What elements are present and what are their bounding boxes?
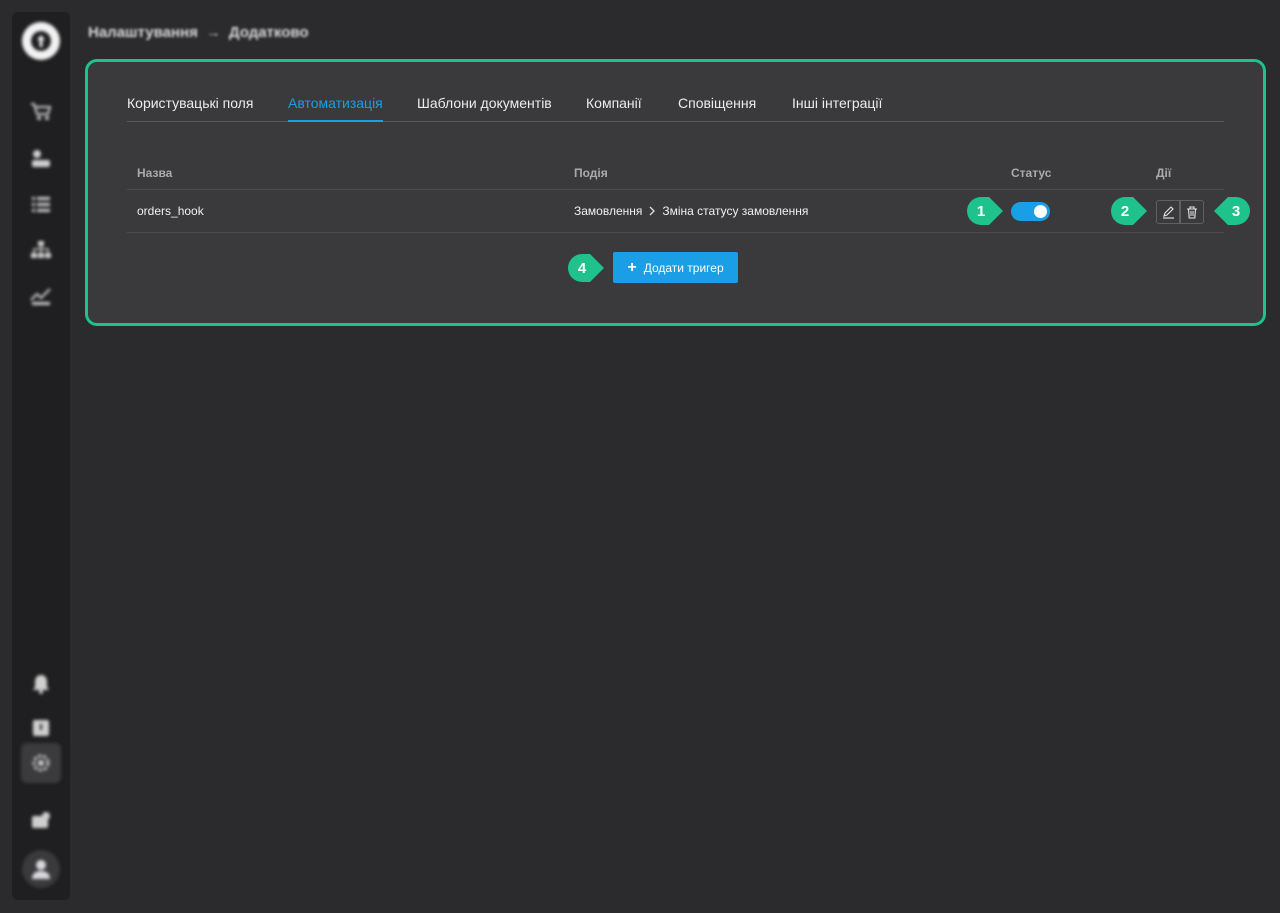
logo-icon[interactable] <box>22 22 60 60</box>
pencil-icon <box>1162 205 1174 219</box>
callout-marker-1: 1 <box>967 197 1003 225</box>
bell-icon[interactable] <box>29 672 53 696</box>
add-trigger-label: Додати тригер <box>643 260 724 275</box>
cart-icon[interactable] <box>29 100 53 124</box>
avatar[interactable] <box>22 850 60 888</box>
toggle-knob <box>1034 205 1047 218</box>
settings-icon[interactable] <box>29 751 53 775</box>
status-toggle[interactable] <box>1011 202 1050 221</box>
breadcrumb-item-settings[interactable]: Налаштування <box>88 24 198 41</box>
help-icon[interactable] <box>29 716 53 740</box>
delete-button[interactable] <box>1180 200 1204 224</box>
column-header-event: Подія <box>574 166 608 180</box>
tab-bar: Користувацькі поля Автоматизація Шаблони… <box>127 88 1224 122</box>
edit-button[interactable] <box>1156 200 1180 224</box>
tasks-list-icon[interactable] <box>29 192 53 216</box>
breadcrumb: Налаштування → Додатково <box>88 22 309 42</box>
tab-document-templates[interactable]: Шаблони документів <box>417 95 552 120</box>
sidebar <box>12 12 70 900</box>
tab-custom-fields[interactable]: Користувацькі поля <box>127 95 253 120</box>
trigger-name: orders_hook <box>137 204 204 218</box>
analytics-icon[interactable] <box>29 284 53 308</box>
triggers-table: Назва Подія Статус Дії orders_hook Замов… <box>127 154 1224 233</box>
callout-marker-4: 4 <box>568 254 604 282</box>
event-action: Зміна статусу замовлення <box>662 204 809 218</box>
table-row: orders_hook Замовлення Зміна статусу зам… <box>127 190 1224 233</box>
integrations-icon[interactable] <box>29 808 53 832</box>
column-header-name: Назва <box>137 166 173 180</box>
customers-icon[interactable] <box>29 147 53 171</box>
structure-icon[interactable] <box>29 238 53 262</box>
breadcrumb-item-advanced: Додатково <box>228 23 309 41</box>
plus-icon: + <box>627 258 637 276</box>
chevron-right-icon <box>649 206 656 216</box>
event-category: Замовлення <box>574 204 643 218</box>
column-header-actions: Дії <box>1156 166 1172 180</box>
breadcrumb-separator: → <box>205 23 221 41</box>
tab-automation[interactable]: Автоматизація <box>288 95 383 122</box>
trigger-event: Замовлення Зміна статусу замовлення <box>574 204 808 218</box>
tab-other-integrations[interactable]: Інші інтеграції <box>792 95 882 120</box>
trash-icon <box>1187 205 1197 219</box>
add-trigger-button[interactable]: + Додати тригер <box>613 252 738 283</box>
column-header-status: Статус <box>1011 166 1052 180</box>
callout-marker-3: 3 <box>1214 197 1250 225</box>
tab-companies[interactable]: Компанії <box>586 95 642 120</box>
automation-panel: Користувацькі поля Автоматизація Шаблони… <box>88 62 1263 323</box>
tab-notifications[interactable]: Сповіщення <box>678 95 756 120</box>
table-header: Назва Подія Статус Дії <box>127 154 1224 190</box>
callout-marker-2: 2 <box>1111 197 1147 225</box>
